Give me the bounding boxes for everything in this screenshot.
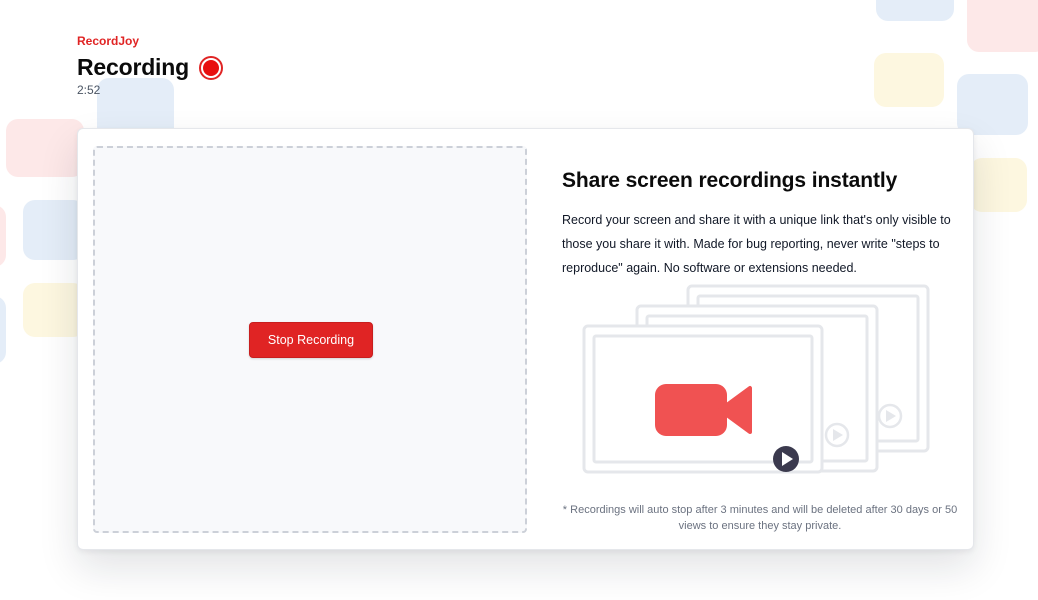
- play-icon: [877, 403, 903, 429]
- decor-tile: [876, 0, 954, 21]
- decor-tile: [0, 296, 6, 364]
- decor-tile: [874, 53, 944, 107]
- recording-timer: 2:52: [77, 83, 101, 97]
- brand-name: RecordJoy: [77, 34, 140, 48]
- info-panel: Share screen recordings instantly Record…: [562, 169, 962, 280]
- decor-tile: [967, 0, 1038, 52]
- decor-tile: [23, 283, 85, 337]
- decor-tile: [0, 205, 6, 267]
- record-dot-inner: [202, 59, 219, 76]
- recorder-card: Stop Recording Share screen recordings i…: [77, 128, 974, 550]
- decor-tile: [970, 158, 1027, 212]
- screen-preview-area: Stop Recording: [93, 146, 527, 533]
- page-title: Recording: [77, 54, 189, 80]
- play-icon: [773, 446, 799, 472]
- page: RecordJoy Recording 2:52 Stop Recording …: [0, 0, 1038, 600]
- red-record-dot-icon: [198, 55, 223, 80]
- page-header: Recording: [77, 54, 223, 81]
- info-headline: Share screen recordings instantly: [562, 169, 898, 192]
- stop-recording-button[interactable]: Stop Recording: [249, 322, 373, 358]
- footnote: * Recordings will auto stop after 3 minu…: [562, 504, 958, 532]
- info-description: Record your screen and share it with a u…: [562, 213, 951, 275]
- decor-tile: [23, 200, 85, 260]
- decor-tile: [6, 119, 84, 177]
- video-illustration: [582, 284, 930, 474]
- decor-tile: [957, 74, 1028, 135]
